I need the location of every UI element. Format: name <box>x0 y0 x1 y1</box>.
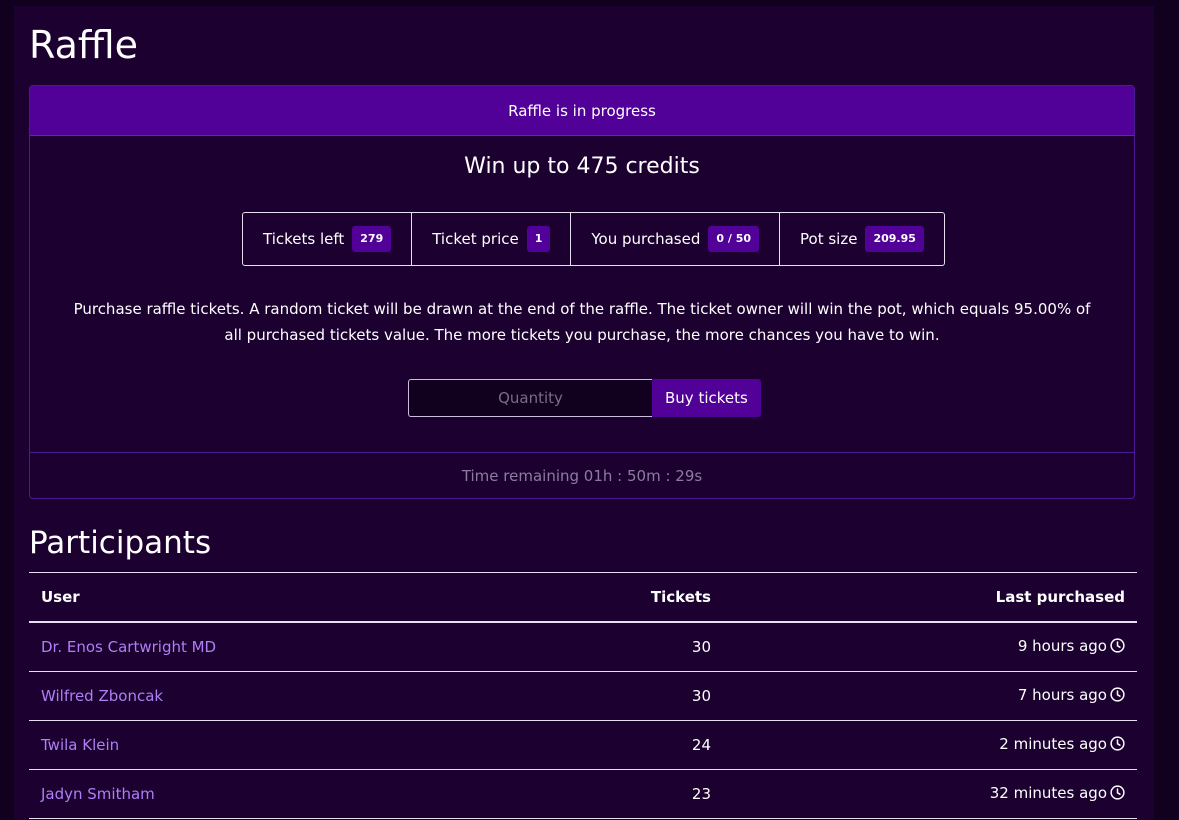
raffle-footer: Time remaining 01h : 50m : 29s <box>30 453 1134 498</box>
user-link[interactable]: Dr. Enos Cartwright MD <box>41 638 216 656</box>
last-purchased-text: 32 minutes ago <box>989 784 1107 802</box>
stat-ticket-price: Ticket price 1 <box>412 213 572 265</box>
clock-icon <box>1110 785 1125 804</box>
raffle-status: Raffle is in progress <box>508 101 656 120</box>
page-title: Raffle <box>29 23 138 67</box>
column-header-last-purchased: Last purchased <box>723 572 1137 623</box>
stat-pot-size: Pot size 209.95 <box>780 213 944 265</box>
quantity-input[interactable] <box>408 379 652 417</box>
participants-title: Participants <box>29 525 212 561</box>
table-row: Dr. Enos Cartwright MD 30 9 hours ago <box>29 622 1137 672</box>
last-purchased-cell: 2 minutes ago <box>723 720 1137 770</box>
user-link[interactable]: Twila Klein <box>41 736 119 754</box>
tickets-left-badge: 279 <box>352 226 392 252</box>
raffle-stats: Tickets left 279 Ticket price 1 You purc… <box>242 212 945 266</box>
table-row: Wilfred Zboncak 30 7 hours ago <box>29 671 1137 721</box>
user-link[interactable]: Wilfred Zboncak <box>41 687 163 705</box>
you-purchased-badge: 0 / 50 <box>708 226 760 252</box>
last-purchased-text: 2 minutes ago <box>999 735 1107 753</box>
ticket-price-badge: 1 <box>526 226 551 252</box>
stat-label: Tickets left <box>263 230 345 248</box>
user-link[interactable]: Jadyn Smitham <box>41 785 155 803</box>
stat-label: Ticket price <box>432 230 519 248</box>
page-container: Raffle Raffle is in progress Win up to 4… <box>14 6 1154 820</box>
clock-icon <box>1110 638 1125 657</box>
last-purchased-text: 9 hours ago <box>1017 637 1107 655</box>
raffle-card: Raffle is in progress Win up to 475 cred… <box>29 85 1135 499</box>
column-header-tickets: Tickets <box>499 572 723 623</box>
tickets-cell: 24 <box>499 720 723 770</box>
buy-tickets-button[interactable]: Buy tickets <box>652 379 761 417</box>
buy-form: Buy tickets <box>408 379 761 417</box>
raffle-status-header: Raffle is in progress <box>30 86 1134 136</box>
stat-label: You purchased <box>591 230 701 248</box>
tickets-cell: 23 <box>499 769 723 819</box>
last-purchased-cell: 32 minutes ago <box>723 769 1137 819</box>
stat-tickets-left: Tickets left 279 <box>243 213 413 265</box>
last-purchased-cell: 7 hours ago <box>723 671 1137 721</box>
last-purchased-cell: 9 hours ago <box>723 622 1137 672</box>
last-purchased-text: 7 hours ago <box>1017 686 1107 704</box>
table-row: Jadyn Smitham 23 32 minutes ago <box>29 769 1137 819</box>
user-cell: Jadyn Smitham <box>29 769 499 819</box>
stat-label: Pot size <box>800 230 858 248</box>
table-row: Twila Klein 24 2 minutes ago <box>29 720 1137 770</box>
table-header-row: User Tickets Last purchased <box>29 572 1137 623</box>
clock-icon <box>1110 736 1125 755</box>
user-cell: Dr. Enos Cartwright MD <box>29 622 499 672</box>
raffle-description: Purchase raffle tickets. A random ticket… <box>73 300 1091 344</box>
tickets-cell: 30 <box>499 671 723 721</box>
raffle-body: Win up to 475 credits Tickets left 279 T… <box>30 136 1134 453</box>
tickets-cell: 30 <box>499 622 723 672</box>
participants-table: User Tickets Last purchased Dr. Enos Car… <box>29 572 1137 819</box>
user-cell: Wilfred Zboncak <box>29 671 499 721</box>
raffle-headline: Win up to 475 credits <box>464 154 700 179</box>
time-remaining: Time remaining 01h : 50m : 29s <box>461 467 703 485</box>
column-header-user: User <box>29 572 499 623</box>
clock-icon <box>1110 687 1125 706</box>
pot-size-badge: 209.95 <box>865 226 924 252</box>
stat-you-purchased: You purchased 0 / 50 <box>571 213 781 265</box>
user-cell: Twila Klein <box>29 720 499 770</box>
